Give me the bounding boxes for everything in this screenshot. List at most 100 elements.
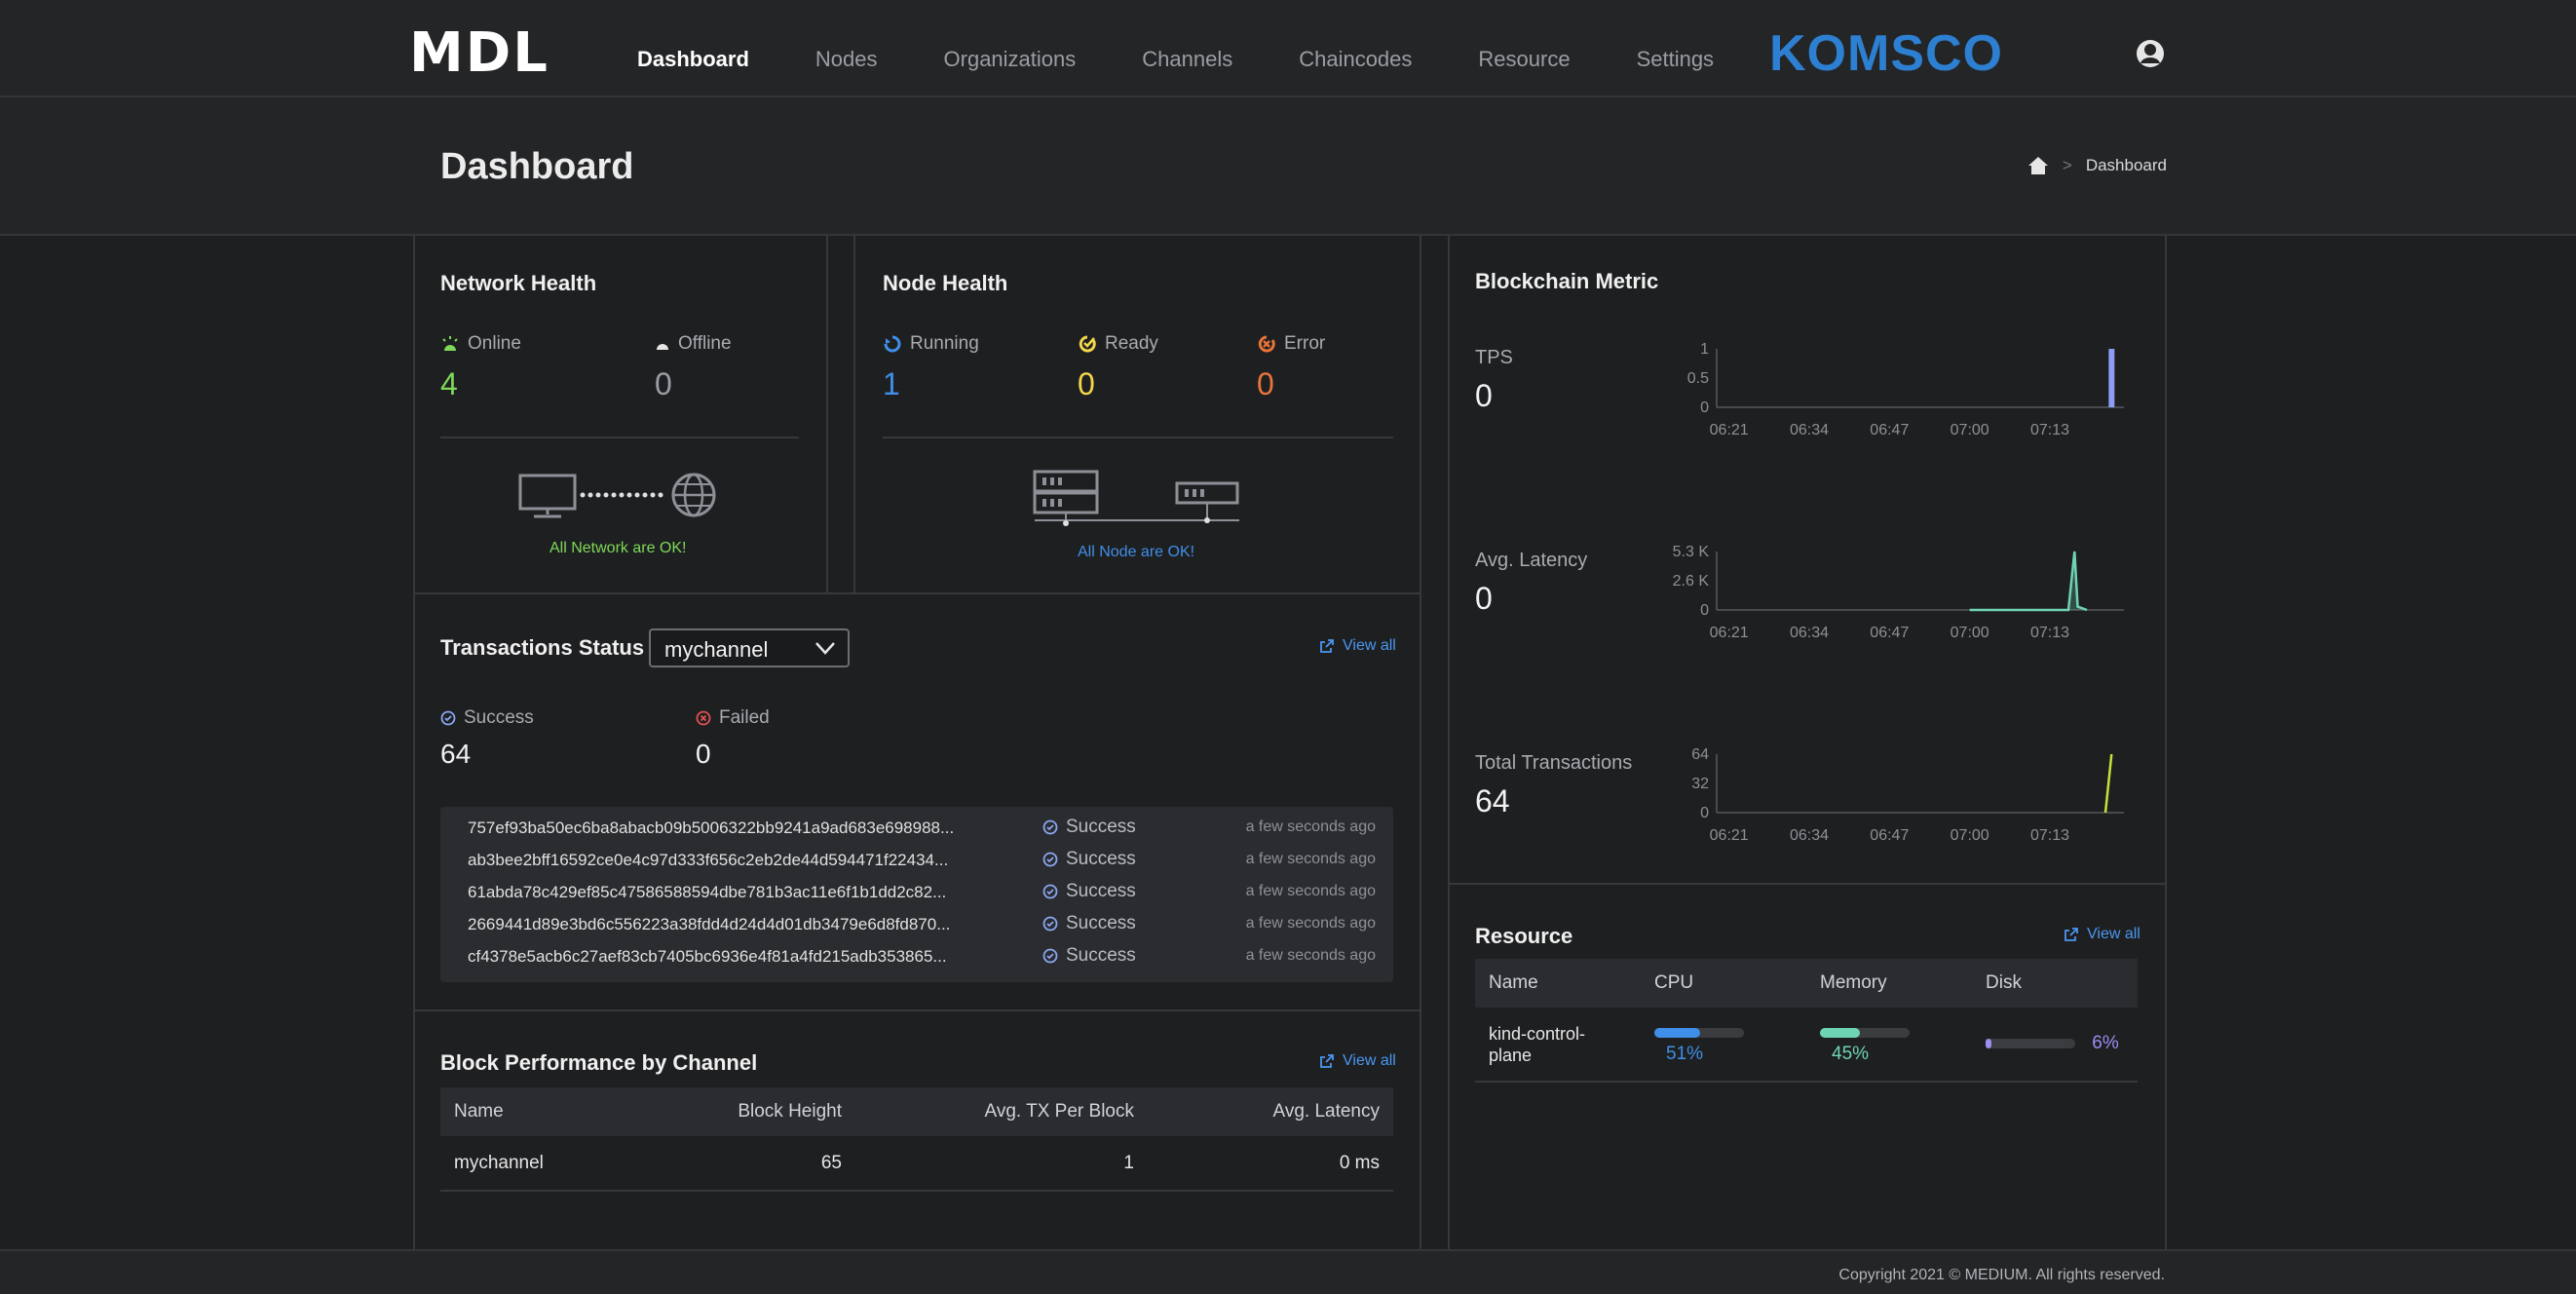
app-logo[interactable]: MDL [409, 25, 549, 82]
nav-item-chaincodes[interactable]: Chaincodes [1299, 47, 1412, 72]
transaction-time: a few seconds ago [1245, 818, 1376, 835]
nav-item-nodes[interactable]: Nodes [815, 47, 878, 72]
resource-name-line: kind-control- [1489, 1023, 1586, 1044]
x-tick-label: 07:00 [1951, 827, 1989, 844]
divider [883, 437, 1393, 438]
transaction-time: a few seconds ago [1245, 915, 1376, 932]
series-line [1969, 551, 2088, 612]
error-label-text: Error [1284, 333, 1326, 354]
divider [413, 1009, 1421, 1011]
channel-name-cell: mychannel [440, 1136, 635, 1192]
cpu-percent: 51% [1666, 1044, 1704, 1065]
page-header: Dashboard > Dashboard [0, 97, 2576, 236]
transaction-row[interactable]: 61abda78c429ef85c47586588594dbe781b3ac11… [440, 875, 1393, 907]
block-performance-view-all-link[interactable]: View all [1319, 1052, 1396, 1070]
x-tick-label: 06:34 [1790, 422, 1829, 438]
nav-item-channels[interactable]: Channels [1142, 47, 1232, 72]
divider [1420, 236, 1421, 1249]
running-icon [884, 335, 901, 353]
running-label-text: Running [910, 333, 979, 354]
success-label: Success [440, 707, 534, 729]
column-header-block-height: Block Height [635, 1087, 855, 1136]
block-performance-table: Name Block Height Avg. TX Per Block Avg.… [440, 1087, 1393, 1192]
external-link-icon [2065, 928, 2078, 941]
cpu-usage-bar [1654, 1028, 1744, 1039]
resource-view-all-link[interactable]: View all [2064, 926, 2140, 943]
data-bar [2108, 349, 2115, 407]
transaction-status: Success [1042, 817, 1136, 838]
success-icon [440, 710, 456, 726]
external-link-icon [1320, 1054, 1334, 1068]
transaction-time: a few seconds ago [1245, 947, 1376, 964]
transaction-hash: 2669441d89e3bd6c556223a38fdd4d24d4d01db3… [468, 915, 951, 933]
nav-item-settings[interactable]: Settings [1637, 47, 1715, 72]
view-all-label: View all [1343, 1052, 1396, 1069]
transaction-row[interactable]: cf4378e5acb6c27aef83cb7405bc6936e4f81a4f… [440, 939, 1393, 971]
cpu-usage-fill [1654, 1028, 1700, 1039]
resource-name-line: plane [1489, 1045, 1533, 1065]
table-row[interactable]: mychannel 65 1 0 ms [440, 1136, 1393, 1192]
series-line [2103, 753, 2113, 814]
memory-cell: 45% [1806, 1008, 1972, 1083]
divider [826, 236, 828, 592]
x-tick-label: 07:13 [2030, 625, 2069, 641]
disk-usage-bar [1986, 1039, 2075, 1049]
memory-usage-bar [1820, 1028, 1910, 1039]
success-value: 64 [440, 739, 472, 769]
transaction-status: Success [1042, 945, 1136, 967]
column-header-disk: Disk [1972, 959, 2138, 1008]
x-tick-label: 06:34 [1790, 827, 1829, 844]
divider [440, 437, 799, 438]
external-link-icon [1320, 639, 1334, 653]
running-label: Running [883, 333, 979, 355]
transaction-hash: ab3bee2bff16592ce0e4c97d333f656c2eb2de44… [468, 851, 949, 869]
node-health-title: Node Health [883, 271, 1008, 295]
transactions-view-all-link[interactable]: View all [1319, 637, 1396, 655]
total-transactions-chart: 64 32 006:21 06:34 06:47 07:00 07:13 [1691, 746, 2124, 844]
success-icon [1042, 884, 1058, 899]
home-icon[interactable] [2027, 156, 2049, 175]
success-label-text: Success [464, 707, 534, 728]
column-header-avg-latency: Avg. Latency [1148, 1087, 1393, 1136]
resource-table: Name CPU Memory Disk kind-control- plane… [1475, 959, 2138, 1083]
resource-name-cell: kind-control- plane [1475, 1008, 1641, 1083]
transaction-row[interactable]: 2669441d89e3bd6c556223a38fdd4d24d4d01db3… [440, 907, 1393, 939]
transaction-status-text: Success [1066, 913, 1136, 933]
y-tick-label: 0 [1700, 400, 1709, 416]
divider [853, 236, 855, 592]
x-tick-label: 06:21 [1710, 625, 1749, 641]
nav-item-organizations[interactable]: Organizations [944, 47, 1077, 72]
ready-label-text: Ready [1105, 333, 1158, 354]
column-header-cpu: CPU [1641, 959, 1806, 1008]
copyright-text: Copyright 2021 © MEDIUM. All rights rese… [1838, 1267, 2165, 1283]
transaction-time: a few seconds ago [1245, 851, 1376, 867]
ready-icon [1079, 335, 1096, 353]
channel-select[interactable]: mychannel [649, 628, 850, 667]
table-row[interactable]: kind-control- plane 51% 45% 6% [1475, 1008, 2138, 1083]
node-illustration-icon [1033, 470, 1239, 526]
transaction-status: Success [1042, 913, 1136, 934]
nav-item-resource[interactable]: Resource [1478, 47, 1570, 72]
block-height-cell: 65 [635, 1136, 855, 1192]
user-avatar-icon[interactable] [2136, 39, 2165, 68]
disk-usage-fill [1986, 1039, 1991, 1049]
x-tick-label: 06:47 [1870, 422, 1909, 438]
y-tick-label: 0 [1700, 805, 1709, 821]
transaction-row[interactable]: ab3bee2bff16592ce0e4c97d333f656c2eb2de44… [440, 843, 1393, 875]
y-tick-label: 5.3 K [1673, 544, 1710, 560]
nav-item-dashboard[interactable]: Dashboard [637, 47, 749, 72]
transactions-status-title: Transactions Status [440, 635, 645, 660]
divider [1448, 883, 2166, 885]
x-tick-label: 06:47 [1870, 625, 1909, 641]
offline-label-text: Offline [678, 333, 732, 354]
y-tick-label: 0 [1700, 602, 1709, 619]
latency-label: Avg. Latency [1475, 550, 1588, 571]
brand-logo: KOMSCO [1769, 25, 2003, 82]
ready-value: 0 [1078, 366, 1095, 401]
ready-label: Ready [1078, 333, 1158, 355]
failed-label: Failed [696, 707, 770, 729]
failed-value: 0 [696, 739, 711, 769]
y-tick-label: 0.5 [1687, 370, 1709, 387]
transaction-row[interactable]: 757ef93ba50ec6ba8abacb09b5006322bb9241a9… [440, 811, 1393, 843]
latency-value: 0 [1475, 581, 1493, 616]
